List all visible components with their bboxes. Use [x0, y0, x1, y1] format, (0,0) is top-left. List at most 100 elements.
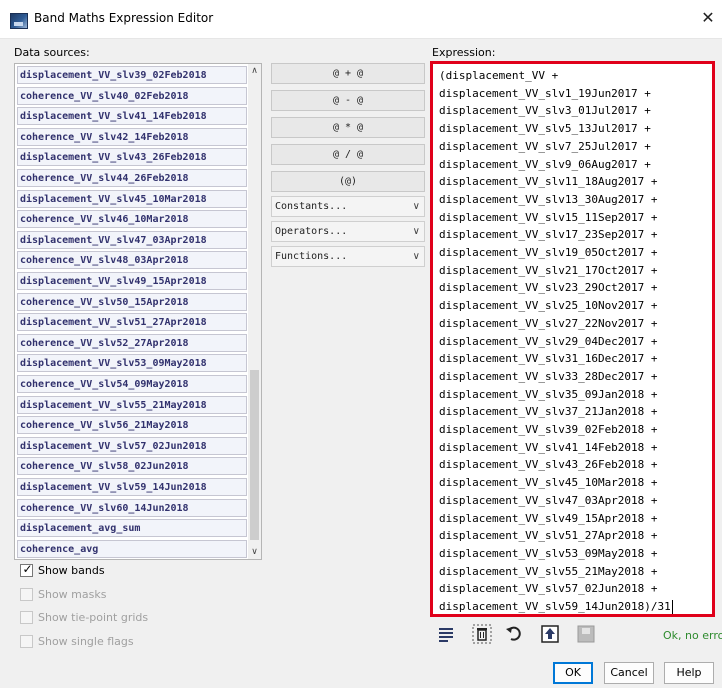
- data-source-item[interactable]: displacement_VV_slv51_27Apr2018: [17, 313, 247, 332]
- data-source-item[interactable]: coherence_VV_slv54_09May2018: [17, 375, 247, 393]
- data-source-item[interactable]: coherence_VV_slv42_14Feb2018: [17, 127, 247, 146]
- operators-dropdown-label: Operators...: [275, 226, 348, 237]
- edit-expression-icon[interactable]: [437, 624, 457, 644]
- multiply-operator-button[interactable]: @ * @: [271, 117, 425, 138]
- subtract-operator-button[interactable]: @ - @: [271, 90, 425, 111]
- show-single-flags-label: Show single flags: [38, 635, 134, 648]
- expression-line: displacement_VV_slv7_25Jul2017 +: [439, 139, 651, 153]
- data-source-item[interactable]: displacement_VV_slv47_03Apr2018: [17, 230, 247, 249]
- expression-line: displacement_VV_slv17_23Sep2017 +: [439, 228, 658, 242]
- checkbox-box: [20, 588, 33, 601]
- expression-line: displacement_VV_slv49_15Apr2018 +: [439, 511, 658, 525]
- constants-dropdown-label: Constants...: [275, 201, 348, 212]
- expression-line: displacement_VV_slv5_13Jul2017 +: [439, 122, 651, 136]
- expression-line: displacement_VV_slv47_03Apr2018 +: [439, 493, 658, 507]
- data-source-item[interactable]: coherence_VV_slv52_27Apr2018: [17, 333, 247, 352]
- expression-line: displacement_VV_slv19_05Oct2017 +: [439, 246, 658, 259]
- scroll-up-icon[interactable]: ∧: [248, 64, 261, 78]
- show-masks-label: Show masks: [38, 588, 107, 601]
- data-source-item[interactable]: coherence_VV_slv44_26Feb2018: [17, 169, 247, 187]
- scrollbar-thumb[interactable]: [250, 370, 259, 540]
- expression-line: displacement_VV_slv25_10Nov2017 +: [439, 299, 658, 313]
- data-source-item[interactable]: coherence_VV_slv56_21May2018: [17, 416, 247, 435]
- expression-line: displacement_VV_slv59_14Jun2018)/31: [439, 600, 671, 613]
- expression-line: displacement_VV_slv43_26Feb2018 +: [439, 458, 658, 472]
- expression-line: displacement_VV_slv53_09May2018 +: [439, 546, 658, 560]
- expression-line: displacement_VV_slv45_10Mar2018 +: [439, 476, 658, 490]
- expression-line: displacement_VV_slv57_02Jun2018 +: [439, 582, 658, 596]
- expression-line: displacement_VV_slv9_06Aug2017 +: [439, 157, 651, 171]
- expression-line: displacement_VV_slv35_09Jan2018 +: [439, 387, 658, 401]
- chevron-down-icon: ∨: [412, 251, 420, 262]
- data-sources-scrollbar[interactable]: ∧ ∨: [248, 64, 261, 559]
- redo-icon[interactable]: [504, 624, 524, 644]
- text-caret: [672, 600, 673, 614]
- constants-dropdown[interactable]: Constants... ∨: [271, 196, 425, 217]
- data-source-item[interactable]: displacement_VV_slv57_02Jun2018: [17, 436, 247, 455]
- checkbox-box[interactable]: ✓: [20, 562, 33, 577]
- show-tie-point-grids-label: Show tie-point grids: [38, 611, 149, 624]
- check-icon: ✓: [22, 562, 33, 576]
- expression-line: displacement_VV_slv13_30Aug2017 +: [439, 192, 658, 206]
- expression-line: displacement_VV_slv15_11Sep2017 +: [439, 210, 658, 224]
- load-expression-icon[interactable]: [540, 624, 560, 644]
- data-source-item[interactable]: displacement_VV_slv49_15Apr2018: [17, 272, 247, 290]
- data-source-item[interactable]: coherence_avg: [17, 539, 247, 558]
- data-source-item[interactable]: coherence_VV_slv46_10Mar2018: [17, 210, 247, 229]
- expression-line: displacement_VV_slv51_27Apr2018 +: [439, 529, 658, 543]
- divide-operator-button[interactable]: @ / @: [271, 144, 425, 165]
- expression-line: displacement_VV_slv37_21Jan2018 +: [439, 405, 658, 419]
- data-sources-list[interactable]: ∧ ∨ displacement_VV_slv39_02Feb2018coher…: [14, 63, 262, 560]
- add-operator-button[interactable]: @ + @: [271, 63, 425, 84]
- checkbox-box: [20, 611, 33, 624]
- close-icon[interactable]: ✕: [698, 8, 718, 28]
- expression-line: displacement_VV_slv39_02Feb2018 +: [439, 423, 658, 436]
- show-bands-label: Show bands: [38, 564, 105, 577]
- expression-line: displacement_VV_slv3_01Jul2017 +: [439, 104, 651, 118]
- status-message: Ok, no errors.: [663, 629, 722, 642]
- expression-line: displacement_VV_slv1_19Jun2017 +: [439, 86, 651, 100]
- data-source-item[interactable]: coherence_VV_slv58_02Jun2018: [17, 457, 247, 476]
- checkbox-box: [20, 635, 33, 648]
- data-source-item[interactable]: displacement_VV_slv53_09May2018: [17, 354, 247, 373]
- chevron-down-icon: ∨: [412, 201, 420, 212]
- title-bar: Band Maths Expression Editor ✕: [0, 0, 722, 39]
- data-source-item[interactable]: displacement_VV_slv55_21May2018: [17, 395, 247, 414]
- scroll-down-icon[interactable]: ∨: [248, 545, 261, 559]
- chevron-down-icon: ∨: [412, 226, 420, 237]
- expression-label: Expression:: [432, 46, 496, 59]
- cancel-button[interactable]: Cancel: [604, 662, 654, 684]
- expression-line: displacement_VV_slv29_04Dec2017 +: [439, 334, 658, 348]
- window-title: Band Maths Expression Editor: [34, 11, 214, 25]
- data-source-item[interactable]: displacement_VV_slv43_26Feb2018: [17, 148, 247, 167]
- data-source-item[interactable]: displacement_VV_slv45_10Mar2018: [17, 189, 247, 208]
- data-source-item[interactable]: coherence_VV_slv60_14Jun2018: [17, 498, 247, 517]
- expression-line: displacement_VV_slv33_28Dec2017 +: [439, 369, 658, 383]
- parentheses-operator-button[interactable]: (@): [271, 171, 425, 192]
- snap-app-icon: [10, 13, 28, 29]
- expression-line: displacement_VV_slv55_21May2018 +: [439, 564, 658, 578]
- functions-dropdown-label: Functions...: [275, 251, 348, 262]
- expression-line: displacement_VV_slv41_14Feb2018 +: [439, 440, 658, 454]
- expression-line: displacement_VV_slv21_17Oct2017 +: [439, 263, 658, 277]
- data-source-item[interactable]: displacement_VV_slv59_14Jun2018: [17, 478, 247, 496]
- data-sources-label: Data sources:: [14, 46, 90, 59]
- expression-line: (displacement_VV +: [439, 69, 559, 82]
- data-source-item[interactable]: displacement_VV_slv41_14Feb2018: [17, 107, 247, 126]
- operators-dropdown[interactable]: Operators... ∨: [271, 221, 425, 242]
- data-source-item[interactable]: coherence_VV_slv50_15Apr2018: [17, 292, 247, 311]
- delete-icon[interactable]: [472, 624, 492, 644]
- data-source-item[interactable]: displacement_VV_slv39_02Feb2018: [17, 66, 247, 84]
- expression-line: displacement_VV_slv23_29Oct2017 +: [439, 281, 658, 295]
- expression-line: displacement_VV_slv27_22Nov2017 +: [439, 316, 658, 330]
- save-expression-icon: [576, 624, 596, 644]
- help-button[interactable]: Help: [664, 662, 714, 684]
- expression-textarea[interactable]: (displacement_VV + displacement_VV_slv1_1…: [430, 61, 715, 617]
- functions-dropdown[interactable]: Functions... ∨: [271, 246, 425, 267]
- expression-line: displacement_VV_slv11_18Aug2017 +: [439, 175, 658, 189]
- data-source-item[interactable]: displacement_avg_sum: [17, 519, 247, 538]
- data-source-item[interactable]: coherence_VV_slv48_03Apr2018: [17, 251, 247, 270]
- data-source-item[interactable]: coherence_VV_slv40_02Feb2018: [17, 86, 247, 105]
- ok-button[interactable]: OK: [553, 662, 593, 684]
- expression-line: displacement_VV_slv31_16Dec2017 +: [439, 352, 658, 366]
